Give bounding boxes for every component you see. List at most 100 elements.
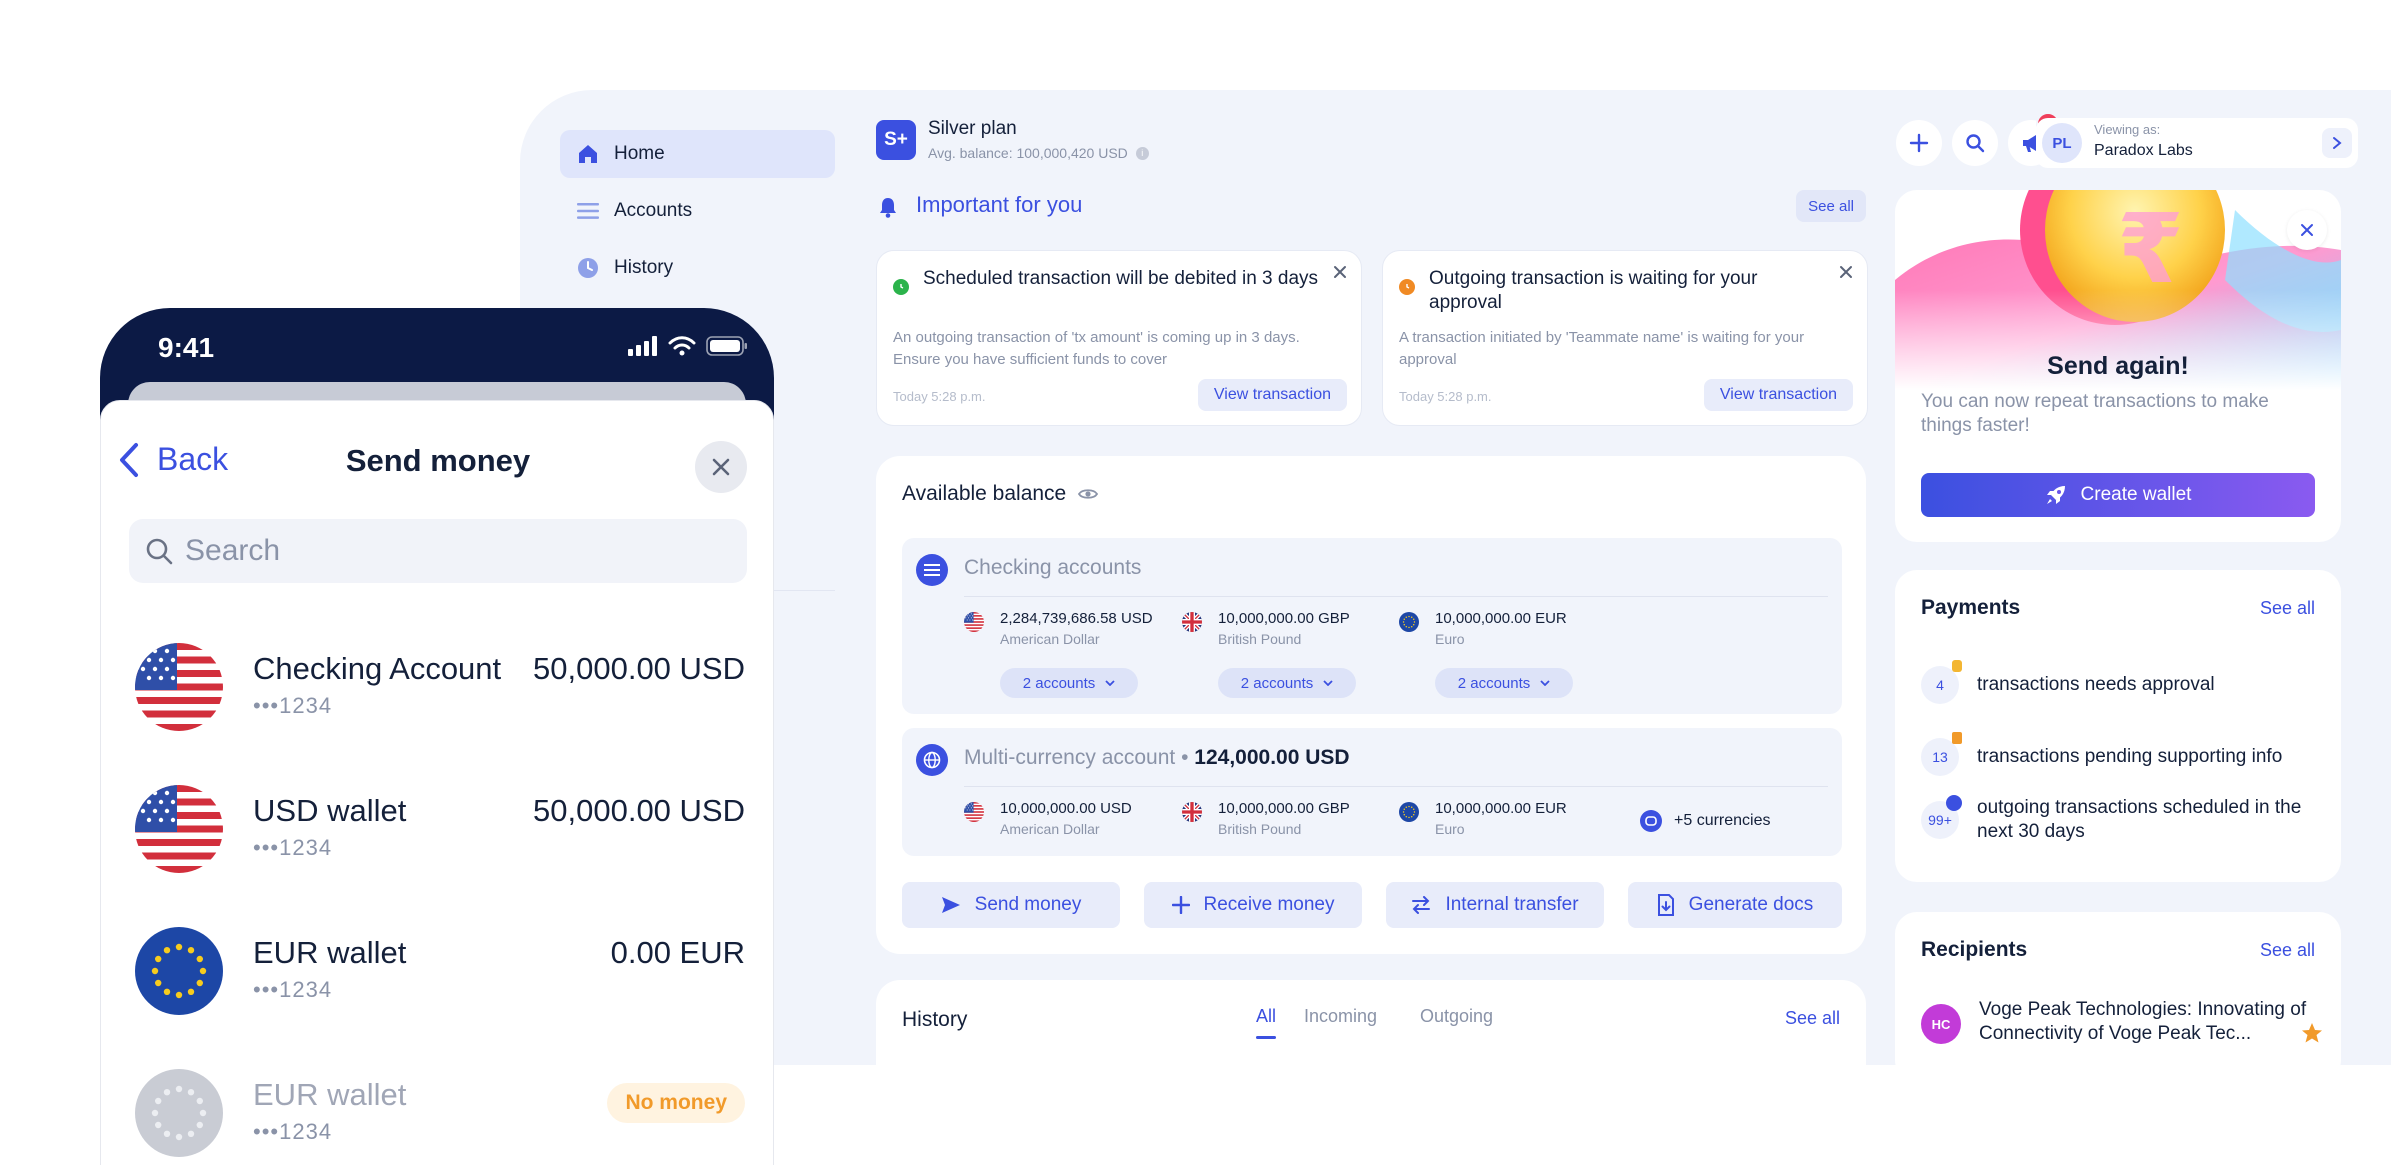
payment-row[interactable]: 13 transactions pending supporting info [1921,732,2321,776]
payment-count: 99+ [1921,795,1962,839]
currencies-icon [1640,810,1662,832]
sheet-title: Send money [345,443,531,478]
plan-logo: S+ [876,120,916,160]
wifi-icon [668,336,696,356]
sidebar-item-home[interactable]: Home [560,130,835,178]
checking-accounts-group[interactable]: Checking accounts 2,284,739,686.58 USD A… [902,538,1842,714]
wallet-row[interactable]: Checking Account •••1234 50,000.00 USD [135,643,745,743]
payment-text: transactions pending supporting info [1977,746,2283,767]
notification-time: Today 5:28 p.m. [1399,389,1492,404]
wallet-name: USD wallet [253,793,407,828]
signal-icon [628,336,657,356]
chevron-down-icon [1105,680,1115,686]
search-field[interactable] [129,519,747,583]
close-button[interactable] [695,441,747,493]
gb-flag-icon [1182,802,1202,822]
avg-balance-text: Avg. balance: 100,000,420 USD [928,145,1128,161]
create-wallet-label: Create wallet [2080,484,2192,505]
user-name: Paradox Labs [2094,142,2193,159]
payments-card: Payments See all 4 transactions needs ap… [1895,570,2341,882]
divider [964,786,1828,787]
generate-docs-button[interactable]: Generate docs [1628,882,1842,928]
accounts-dropdown[interactable]: 2 accounts [1218,668,1356,698]
notification-body: A transaction initiated by 'Teammate nam… [1399,329,1805,368]
multi-currency-account-group[interactable]: Multi-currency account • 124,000.00 USD … [902,728,1842,856]
view-transaction-button[interactable]: View transaction [1703,379,1853,411]
internal-transfer-button[interactable]: Internal transfer [1386,882,1604,928]
currency-amount: 10,000,000.00 GBP [1218,610,1350,627]
plus-icon [1909,133,1929,153]
close-button[interactable] [2287,210,2327,250]
account-switcher[interactable]: PL Viewing as: Paradox Labs [2036,118,2358,168]
important-section-header: Important for you See all [876,190,1866,224]
accounts-dropdown-label: 2 accounts [1022,674,1096,692]
tab-incoming[interactable]: Incoming [1304,1006,1377,1027]
create-wallet-button[interactable]: Create wallet [1921,473,2315,517]
currency-name: British Pound [1218,631,1302,647]
add-button[interactable] [1896,120,1942,166]
close-icon[interactable] [1839,265,1853,279]
accounts-dropdown[interactable]: 2 accounts [1000,668,1138,698]
send-icon [941,897,960,913]
notification-title: Outgoing transaction is waiting for your… [1429,268,1758,313]
receive-money-button[interactable]: Receive money [1144,882,1362,928]
send-money-sheet: Back Send money Checking Account •••1234… [100,400,774,1165]
recipient-name[interactable]: Voge Peak Technologies: Innovating of Co… [1979,998,2319,1046]
sidebar-item-accounts[interactable]: Accounts [560,187,835,235]
close-icon[interactable] [1333,265,1347,279]
wallet-amount: 50,000.00 USD [533,651,745,686]
sidebar-item-history[interactable]: History [560,244,835,292]
divider [964,596,1828,597]
search-button[interactable] [1952,120,1998,166]
battery-icon [706,336,747,356]
currency-name: Euro [1435,821,1465,837]
currency-amount: 10,000,000.00 EUR [1435,800,1567,817]
wallet-row[interactable]: USD wallet •••1234 50,000.00 USD [135,785,745,885]
receive-money-label: Receive money [1203,894,1335,915]
star-icon[interactable] [2301,1022,2323,1044]
currency-name: American Dollar [1000,821,1100,837]
important-see-all[interactable]: See all [1796,190,1866,222]
wallet-number: •••1234 [253,693,333,718]
plan-name: Silver plan [928,118,1017,139]
more-currencies[interactable]: +5 currencies [1640,810,1771,832]
promo-title: Send again! [2047,352,2189,380]
view-transaction-button[interactable]: View transaction [1197,379,1347,411]
recipients-title: Recipients [1921,938,2028,961]
history-see-all[interactable]: See all [1785,1008,1840,1029]
tab-outgoing[interactable]: Outgoing [1420,1006,1493,1027]
chevron-right-icon[interactable] [2322,128,2352,158]
balance-title: Available balance [902,482,1099,506]
viewing-as-label: Viewing as: [2094,122,2161,137]
accounts-dropdown-label: 2 accounts [1240,674,1314,692]
close-icon [2301,224,2313,236]
globe-icon [916,744,948,776]
send-money-button[interactable]: Send money [902,882,1120,928]
wallet-row[interactable]: EUR wallet •••1234 0.00 EUR [135,927,745,1027]
notification-title: Scheduled transaction will be debited in… [923,268,1319,289]
send-money-label: Send money [974,894,1082,915]
recipients-see-all[interactable]: See all [2260,940,2315,961]
accounts-dropdown-label: 2 accounts [1457,674,1531,692]
accounts-dropdown[interactable]: 2 accounts [1435,668,1573,698]
payment-row[interactable]: 99+ outgoing transactions scheduled in t… [1921,795,2321,844]
home-icon [576,142,600,166]
sidebar-item-label: History [614,257,674,278]
payment-count-value: 4 [1936,677,1944,693]
screen: Home Accounts History S+ Silver plan Avg… [0,0,2391,1165]
us-flag-icon [964,802,984,822]
eye-icon[interactable] [1078,487,1099,501]
currency-amount: 10,000,000.00 USD [1000,800,1132,817]
payment-text: outgoing transactions scheduled in the n… [1977,797,2302,842]
internal-transfer-label: Internal transfer [1445,894,1579,915]
calendar-icon [1946,795,1962,811]
promo-text: You can now repeat transactions to make … [1921,391,2269,436]
search-icon [146,538,173,565]
info-icon[interactable]: i [1135,146,1149,160]
phone-mockup: 9:41 Back Send money Che [100,308,774,1165]
tab-all[interactable]: All [1256,1006,1277,1039]
payment-row[interactable]: 4 transactions needs approval [1921,660,2321,704]
history-title: History [902,1008,968,1031]
search-input[interactable] [185,534,685,568]
payments-see-all[interactable]: See all [2260,598,2315,619]
